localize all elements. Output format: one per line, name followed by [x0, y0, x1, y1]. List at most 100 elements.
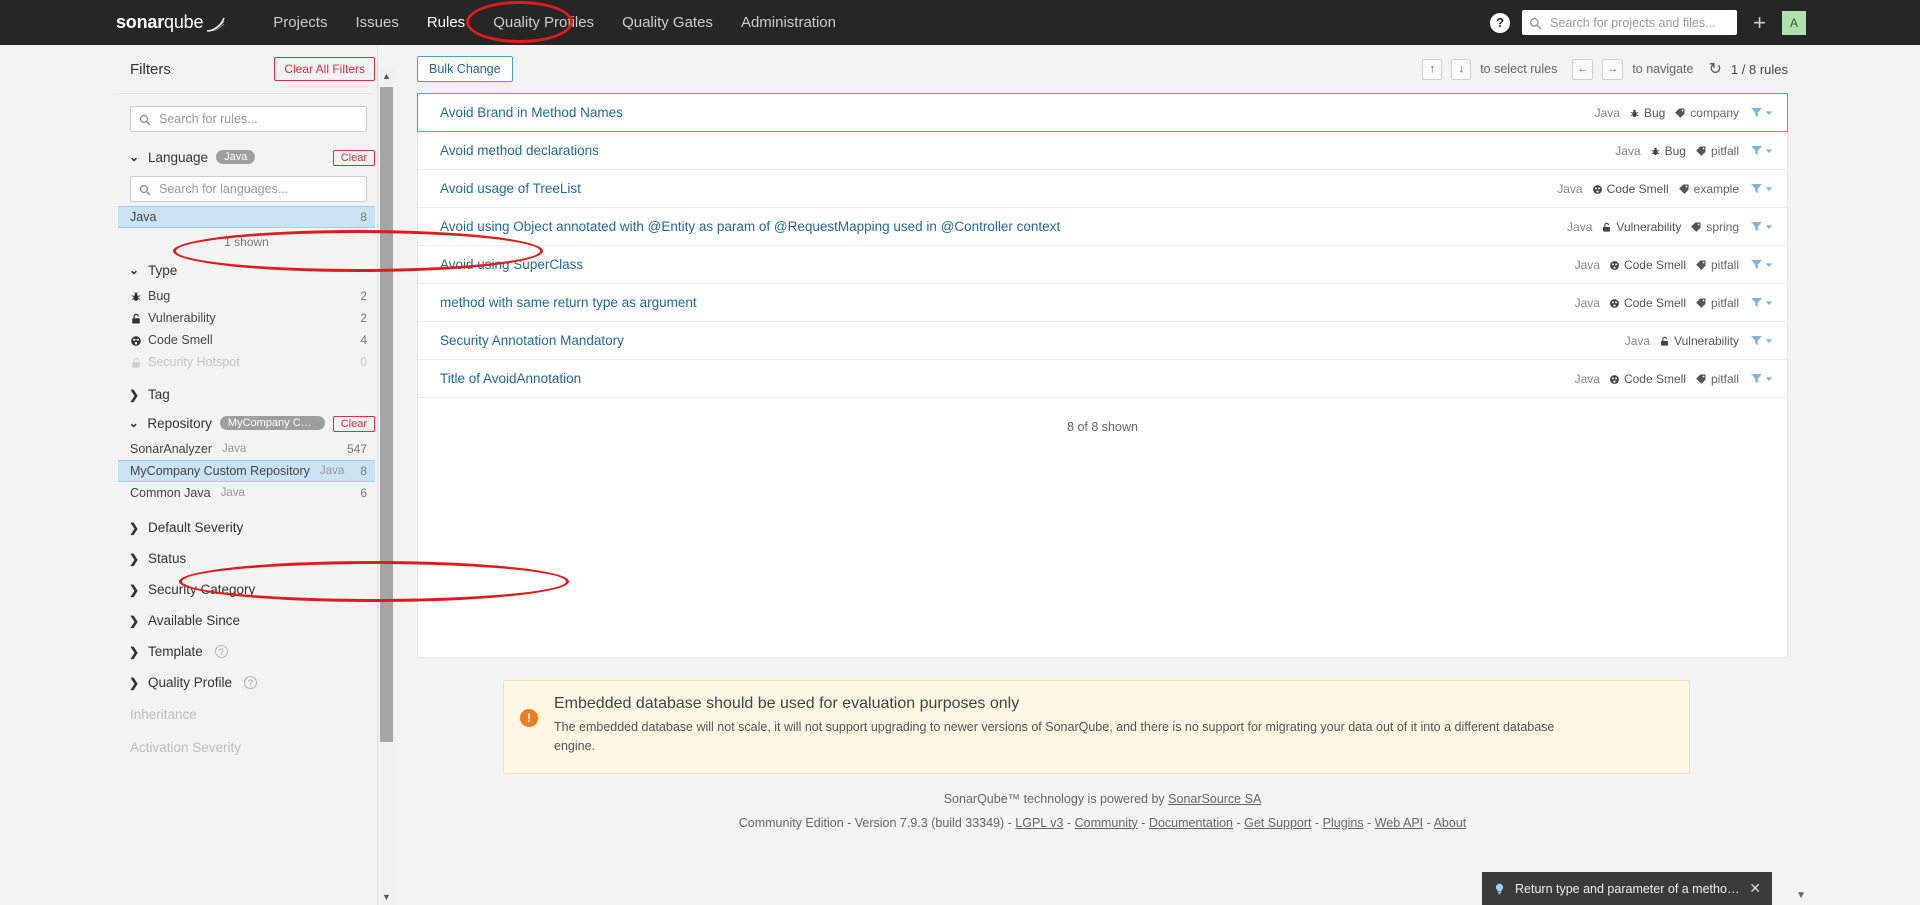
footer-link-web-api[interactable]: Web API: [1375, 816, 1423, 830]
tag-icon: [1695, 296, 1707, 310]
bulk-change-button[interactable]: Bulk Change: [417, 56, 513, 82]
tag-icon: [1695, 144, 1707, 158]
sonarqube-logo[interactable]: sonar qube: [116, 12, 227, 33]
tag-icon: [1695, 372, 1707, 386]
rule-filter-dropdown[interactable]: [1750, 106, 1773, 119]
facet-tag-label: Tag: [148, 387, 170, 402]
facet-template-header[interactable]: ❯ Template ?: [118, 636, 375, 667]
facet-language: ⌄ Language Java Clear Java 8: [118, 146, 375, 251]
rule-name-link[interactable]: Avoid Brand in Method Names: [440, 105, 1595, 120]
rules-search-box[interactable]: [130, 106, 367, 132]
rule-name-link[interactable]: Security Annotation Mandatory: [440, 333, 1625, 348]
user-avatar[interactable]: A: [1782, 10, 1806, 35]
facet-item-language-java[interactable]: Java 8: [118, 206, 375, 228]
bug-icon: [1629, 106, 1640, 120]
rules-search-input[interactable]: [157, 111, 358, 127]
rule-filter-dropdown[interactable]: [1750, 258, 1773, 271]
rule-filter-dropdown[interactable]: [1750, 334, 1773, 347]
footer-link-lgpl[interactable]: LGPL v3: [1015, 816, 1063, 830]
reload-icon[interactable]: ↻: [1709, 59, 1722, 79]
facet-available-since-header[interactable]: ❯ Available Since: [118, 605, 375, 636]
create-new-plus-icon[interactable]: +: [1749, 11, 1770, 34]
nav-link-quality-gates[interactable]: Quality Gates: [608, 0, 727, 45]
facet-quality-profile-header[interactable]: ❯ Quality Profile ?: [118, 667, 375, 698]
clear-all-filters-button[interactable]: Clear All Filters: [274, 57, 375, 81]
global-search-box[interactable]: [1522, 10, 1738, 35]
table-row[interactable]: Avoid method declarations Java Bug pitfa…: [418, 132, 1787, 170]
footer-link-sonarsource[interactable]: SonarSource SA: [1168, 792, 1261, 806]
facet-item-count: 547: [346, 442, 367, 456]
facet-type-header[interactable]: ⌄ Type: [118, 259, 375, 281]
rule-tag-chip: company: [1674, 106, 1739, 120]
facet-security-category-header[interactable]: ❯ Security Category: [118, 574, 375, 605]
footer-link-get-support[interactable]: Get Support: [1244, 816, 1311, 830]
facet-status-header[interactable]: ❯ Status: [118, 543, 375, 574]
scroll-down-arrow-icon[interactable]: ▼: [378, 888, 395, 905]
footer-link-about[interactable]: About: [1434, 816, 1467, 830]
rule-name-link[interactable]: Avoid usage of TreeList: [440, 181, 1557, 196]
tag-icon: [1695, 258, 1707, 272]
help-icon[interactable]: ?: [1490, 12, 1511, 33]
languages-search-input[interactable]: [157, 181, 358, 197]
rule-type-label: Bug: [1664, 143, 1686, 158]
rule-type-chip: Vulnerability: [1601, 220, 1681, 234]
nav-link-quality-profiles[interactable]: Quality Profiles: [479, 0, 608, 45]
facet-default-severity-header[interactable]: ❯ Default Severity: [118, 512, 375, 543]
sidebar-scrollbar-thumb[interactable]: [380, 87, 393, 742]
toast-message: Return type and parameter of a method sh…: [1515, 881, 1740, 896]
nav-link-administration[interactable]: Administration: [727, 0, 850, 45]
nav-link-issues[interactable]: Issues: [341, 0, 412, 45]
filters-title: Filters: [130, 60, 171, 78]
facet-repository-pill: MyCompany Cus...: [219, 416, 325, 430]
table-row[interactable]: Avoid using SuperClass Java Code Smell p…: [418, 246, 1787, 284]
facet-item-count: 2: [360, 289, 367, 303]
search-icon: [139, 182, 151, 197]
nav-link-rules[interactable]: Rules: [413, 0, 479, 45]
table-row[interactable]: Avoid usage of TreeList Java Code Smell: [418, 170, 1787, 208]
footer-link-community[interactable]: Community: [1075, 816, 1138, 830]
table-row[interactable]: Title of AvoidAnnotation Java Code Smell: [418, 360, 1787, 398]
brand-light-text: qube: [164, 12, 204, 32]
global-search-input[interactable]: [1548, 14, 1731, 31]
help-icon[interactable]: ?: [214, 645, 228, 658]
facet-language-label: Language: [148, 149, 209, 165]
rule-filter-dropdown[interactable]: [1750, 296, 1773, 309]
close-icon[interactable]: ✕: [1749, 880, 1761, 897]
nav-link-projects[interactable]: Projects: [259, 0, 341, 45]
rule-name-link[interactable]: Avoid using Object annotated with @Entit…: [440, 219, 1567, 234]
rule-filter-dropdown[interactable]: [1750, 144, 1773, 157]
help-icon[interactable]: ?: [244, 676, 258, 689]
languages-search-box[interactable]: [130, 176, 367, 202]
facet-item-repo-common-java[interactable]: Common Java Java 6: [118, 482, 375, 504]
footer-link-documentation[interactable]: Documentation: [1149, 816, 1233, 830]
rule-name-link[interactable]: Title of AvoidAnnotation: [440, 371, 1575, 386]
code-smell-icon: [1609, 258, 1620, 272]
facet-item-type-bug[interactable]: Bug 2: [118, 285, 375, 307]
scroll-up-arrow-icon[interactable]: ▲: [378, 67, 395, 84]
rule-filter-dropdown[interactable]: [1750, 372, 1773, 385]
facet-item-type-vulnerability[interactable]: Vulnerability 2: [118, 307, 375, 329]
facet-repository-header[interactable]: ⌄ Repository MyCompany Cus... Clear: [118, 412, 375, 434]
sidebar-scrollbar[interactable]: ▲ ▼: [378, 67, 395, 905]
rule-name-link[interactable]: Avoid method declarations: [440, 143, 1615, 158]
facet-item-type-code-smell[interactable]: Code Smell 4: [118, 329, 375, 351]
table-row[interactable]: Security Annotation Mandatory Java Vulne…: [418, 322, 1787, 360]
page-scroll-down-arrow-icon[interactable]: ▼: [1796, 890, 1806, 901]
footer-link-plugins[interactable]: Plugins: [1323, 816, 1364, 830]
notification-toast[interactable]: Return type and parameter of a method sh…: [1482, 872, 1772, 905]
facet-item-count: 4: [360, 333, 367, 347]
facet-status-label: Status: [148, 551, 187, 566]
table-row[interactable]: Avoid using Object annotated with @Entit…: [418, 208, 1787, 246]
table-row[interactable]: Avoid Brand in Method Names Java Bug com…: [417, 93, 1788, 132]
rule-filter-dropdown[interactable]: [1750, 220, 1773, 233]
facet-item-repo-sonaranalyzer[interactable]: SonarAnalyzer Java 547: [118, 438, 375, 460]
facet-language-header[interactable]: ⌄ Language Java Clear: [118, 146, 375, 168]
rule-filter-dropdown[interactable]: [1750, 182, 1773, 195]
facet-tag-header[interactable]: ❯ Tag: [118, 379, 375, 410]
rule-name-link[interactable]: method with same return type as argument: [440, 295, 1575, 310]
facet-item-repo-mycompany-custom-repository[interactable]: MyCompany Custom Repository Java 8: [118, 460, 375, 482]
rule-name-link[interactable]: Avoid using SuperClass: [440, 257, 1575, 272]
table-row[interactable]: method with same return type as argument…: [418, 284, 1787, 322]
facet-repository-clear-button[interactable]: Clear: [332, 415, 375, 432]
facet-language-clear-button[interactable]: Clear: [332, 149, 375, 166]
